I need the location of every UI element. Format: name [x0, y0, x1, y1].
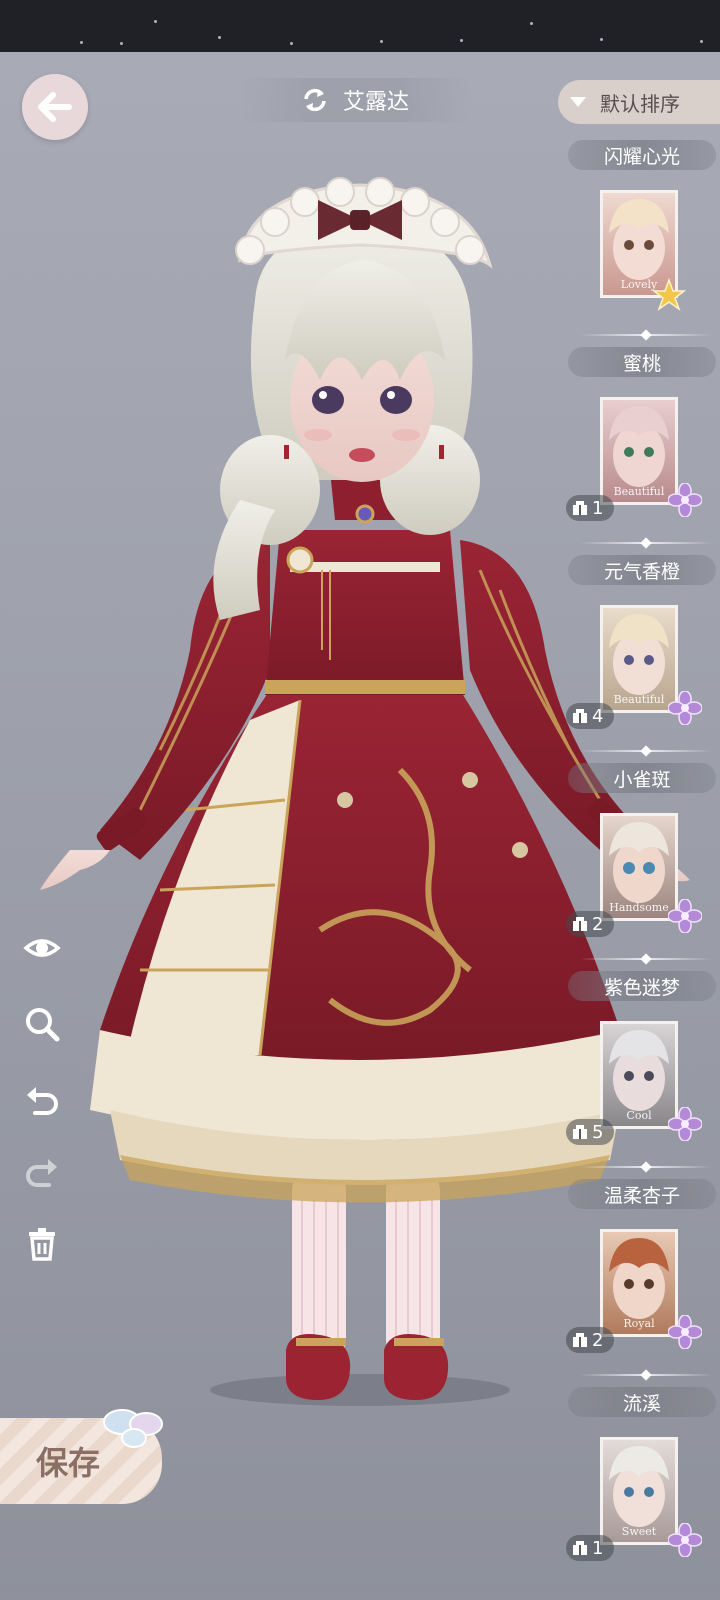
redo-button[interactable] [22, 1152, 62, 1192]
divider [580, 750, 712, 752]
trash-icon [29, 1228, 55, 1261]
makeup-name: 温柔杏子 [568, 1179, 716, 1209]
makeup-name: 蜜桃 [568, 347, 716, 377]
purple-rarity-flower-icon [668, 899, 702, 933]
zoom-icon [26, 1008, 60, 1042]
makeup-name: 流溪 [568, 1387, 716, 1417]
arrow-left-icon [38, 92, 72, 122]
makeup-name: 元气香橙 [568, 555, 716, 585]
list-item[interactable]: 紫色迷梦 Cool 5 [560, 971, 720, 1183]
eye-icon [23, 939, 61, 957]
owned-count-badge: 2 [566, 911, 614, 937]
divider [580, 334, 712, 336]
makeup-style-tag: Royal [623, 1317, 655, 1330]
makeup-style-tag: Beautiful [613, 693, 665, 706]
makeup-name: 小雀斑 [568, 763, 716, 793]
makeup-thumbnail[interactable]: Royal [600, 1229, 678, 1337]
owned-count: 2 [592, 1329, 604, 1351]
owned-count: 1 [592, 497, 604, 519]
gift-icon [573, 1541, 587, 1555]
makeup-thumbnail[interactable]: Beautiful [600, 397, 678, 505]
purple-rarity-flower-icon [668, 483, 702, 517]
makeup-name: 闪耀心光 [568, 140, 716, 170]
sort-label: 默认排序 [600, 91, 680, 116]
redo-icon [26, 1159, 57, 1187]
makeup-thumbnail[interactable]: Cool [600, 1021, 678, 1129]
list-item[interactable]: 蜜桃 Beautiful 1 [560, 347, 720, 559]
owned-count: 4 [592, 705, 604, 727]
owned-count-badge: 4 [566, 703, 614, 729]
list-item[interactable]: 小雀斑 Handsome 2 [560, 763, 720, 975]
owned-count-badge: 2 [566, 1327, 614, 1353]
purple-rarity-flower-icon [668, 1315, 702, 1349]
makeup-style-tag: Cool [626, 1109, 652, 1122]
refresh-icon [304, 88, 326, 112]
owned-count-badge: 5 [566, 1119, 614, 1145]
purple-rarity-flower-icon [668, 1523, 702, 1557]
makeup-thumbnail[interactable]: Sweet [600, 1437, 678, 1545]
makeup-name: 紫色迷梦 [568, 971, 716, 1001]
delete-button[interactable] [22, 1224, 62, 1264]
owned-count-badge: 1 [566, 495, 614, 521]
purple-rarity-flower-icon [668, 1107, 702, 1141]
makeup-thumbnail[interactable]: Beautiful [600, 605, 678, 713]
butterfly-icon [103, 1409, 163, 1448]
sort-dropdown[interactable]: 默认排序 [558, 80, 720, 124]
dropdown-triangle-icon [570, 97, 586, 107]
makeup-style-tag: Sweet [621, 1525, 657, 1538]
zoom-button[interactable] [22, 1004, 62, 1044]
makeup-style-tag: Handsome [609, 901, 669, 914]
back-button[interactable] [22, 74, 88, 140]
divider [580, 542, 712, 544]
list-item[interactable]: 流溪 Sweet 1 [560, 1387, 720, 1599]
gift-icon [573, 917, 587, 931]
divider [580, 958, 712, 960]
makeup-style-tag: Beautiful [613, 485, 665, 498]
owned-count: 1 [592, 1537, 604, 1559]
owned-count-badge: 1 [566, 1535, 614, 1561]
status-bar [0, 0, 720, 52]
undo-icon [27, 1087, 58, 1115]
character-name: 艾露达 [342, 90, 409, 115]
owned-count: 2 [592, 913, 604, 935]
undo-button[interactable] [22, 1080, 62, 1120]
purple-rarity-flower-icon [668, 691, 702, 725]
divider [580, 1374, 712, 1376]
gold-rarity-star-icon [652, 278, 686, 311]
character-switcher[interactable]: 艾露达 [240, 78, 470, 122]
gift-icon [573, 709, 587, 723]
list-item[interactable]: 温柔杏子 Royal 2 [560, 1179, 720, 1391]
owned-count: 5 [592, 1121, 604, 1143]
save-label: 保存 [36, 1444, 101, 1482]
gift-icon [573, 501, 587, 515]
gift-icon [573, 1333, 587, 1347]
divider [580, 1166, 712, 1168]
list-item[interactable]: 元气香橙 Beautiful 4 [560, 555, 720, 767]
makeup-thumbnail[interactable]: Handsome [600, 813, 678, 921]
list-item[interactable]: 闪耀心光 Lovely [560, 140, 720, 352]
gift-icon [573, 1125, 587, 1139]
eye-toggle-button[interactable] [22, 928, 62, 968]
